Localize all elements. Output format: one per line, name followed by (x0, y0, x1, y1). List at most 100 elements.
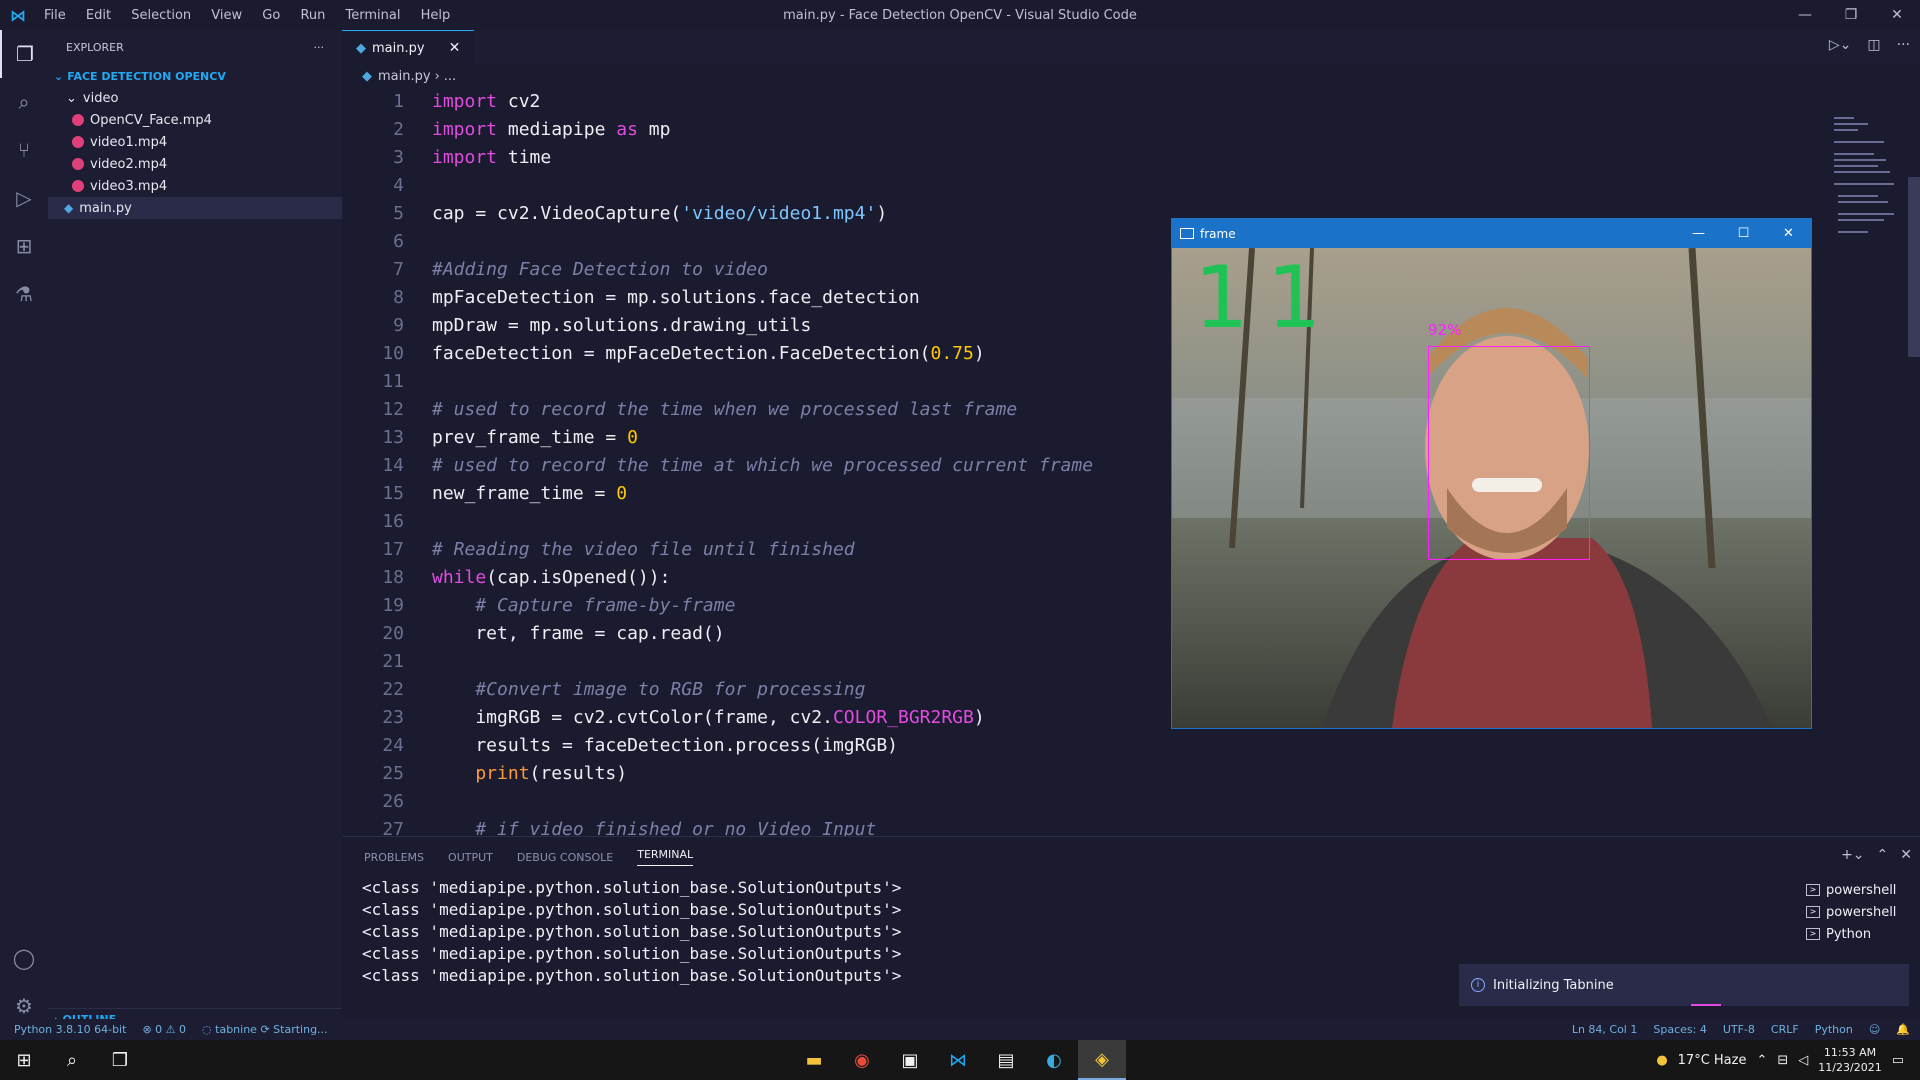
opencv-frame-window[interactable]: frame — ☐ ✕ 11 92% (1171, 218, 1812, 729)
minimize-icon[interactable]: — (1676, 219, 1721, 248)
menu-run[interactable]: Run (300, 8, 325, 23)
terminal-instance[interactable]: > Python (1806, 923, 1906, 945)
minimap[interactable] (1820, 87, 1920, 836)
encoding[interactable]: UTF-8 (1723, 1023, 1755, 1036)
explorer-icon[interactable]: ❐ (0, 30, 48, 78)
restore-icon[interactable]: ❐ (1828, 0, 1874, 30)
python-interpreter[interactable]: Python 3.8.10 64-bit (14, 1023, 126, 1036)
notification-toast[interactable]: i Initializing Tabnine (1459, 964, 1909, 1006)
notification-center-icon[interactable]: ▭ (1892, 1053, 1904, 1068)
workspace-folder[interactable]: ⌄ FACE DETECTION OPENCV (48, 65, 342, 87)
source-control-icon[interactable]: ⑂ (0, 126, 48, 174)
language-mode[interactable]: Python (1815, 1023, 1853, 1036)
code-token: mp (637, 118, 671, 140)
menu-terminal[interactable]: Terminal (346, 8, 401, 23)
edge-icon[interactable]: ◐ (1030, 1040, 1078, 1080)
tabnine-label: tabnine (215, 1023, 257, 1036)
file-explorer-icon[interactable]: ▬ (790, 1040, 838, 1080)
volume-icon[interactable]: ◁ (1798, 1053, 1808, 1068)
close-tab-icon[interactable]: ✕ (449, 40, 461, 56)
terminal-instance[interactable]: > powershell (1806, 879, 1906, 901)
notifications-bell-icon[interactable]: 🔔 (1896, 1023, 1910, 1036)
weather[interactable]: 17°C Haze (1678, 1053, 1747, 1068)
breadcrumb-rest[interactable]: ... (444, 69, 456, 84)
run-debug-icon[interactable]: ▷ (0, 174, 48, 222)
close-icon[interactable]: ✕ (1766, 219, 1811, 248)
store-icon[interactable]: ▣ (886, 1040, 934, 1080)
new-terminal-icon[interactable]: +⌄ (1841, 847, 1864, 863)
menu-bar: File Edit Selection View Go Run Terminal… (36, 8, 458, 23)
search-icon[interactable]: ⌕ (0, 78, 48, 126)
tab-problems[interactable]: PROBLEMS (364, 851, 424, 864)
tab-debug-console[interactable]: DEBUG CONSOLE (517, 851, 613, 864)
testing-icon[interactable]: ⚗ (0, 270, 48, 318)
code-line: 4 (342, 171, 1920, 199)
code-token: import (432, 90, 498, 112)
terminal-icon: > (1806, 884, 1820, 896)
menu-edit[interactable]: Edit (86, 8, 111, 23)
folder-video[interactable]: ⌄ video (48, 87, 342, 109)
vscode-icon[interactable]: ⋈ (934, 1040, 982, 1080)
menu-go[interactable]: Go (262, 8, 280, 23)
terminal-app-icon[interactable]: ▤ (982, 1040, 1030, 1080)
file-item[interactable]: video1.mp4 (48, 131, 342, 153)
code-line: 24 results = faceDetection.process(imgRG… (342, 731, 1920, 759)
info-icon: i (1471, 978, 1485, 992)
search-icon[interactable]: ⌕ (48, 1040, 96, 1080)
editor-tabs: ◆ main.py ✕ (342, 30, 1920, 65)
code-comment: #Convert image to RGB for processing (432, 678, 866, 700)
close-icon[interactable]: ✕ (1874, 0, 1920, 30)
clock[interactable]: 11:53 AM 11/23/2021 (1818, 1045, 1881, 1075)
end-of-line[interactable]: CRLF (1771, 1023, 1799, 1036)
code-line: 1 import cv2 (342, 87, 1920, 115)
menu-view[interactable]: View (211, 8, 242, 23)
minimize-icon[interactable]: — (1782, 0, 1828, 30)
more-actions-icon[interactable]: ··· (314, 41, 325, 54)
python-app-icon[interactable]: ◈ (1078, 1040, 1126, 1080)
tab-main-py[interactable]: ◆ main.py ✕ (342, 30, 475, 65)
run-icon[interactable]: ▷⌄ (1829, 37, 1852, 53)
maximize-panel-icon[interactable]: ⌃ (1877, 847, 1889, 863)
menu-file[interactable]: File (44, 8, 66, 23)
maximize-icon[interactable]: ☐ (1721, 219, 1766, 248)
start-windows-icon[interactable]: ⊞ (0, 1040, 48, 1080)
network-icon[interactable]: ⊟ (1777, 1053, 1788, 1068)
editor-scrollbar[interactable] (1908, 177, 1920, 357)
problems-indicator[interactable]: ⊗ 0 ⚠ 0 (142, 1023, 186, 1036)
chrome-icon[interactable]: ◉ (838, 1040, 886, 1080)
split-editor-icon[interactable]: ◫ (1867, 37, 1880, 53)
file-item[interactable]: video3.mp4 (48, 175, 342, 197)
file-item[interactable]: video2.mp4 (48, 153, 342, 175)
file-item[interactable]: OpenCV_Face.mp4 (48, 109, 342, 131)
menu-help[interactable]: Help (421, 8, 451, 23)
tab-output[interactable]: OUTPUT (448, 851, 493, 864)
code-token: 'video/video1.mp4' (681, 202, 877, 224)
chevron-up-icon[interactable]: ⌃ (1756, 1053, 1767, 1068)
file-item-main-py[interactable]: ◆ main.py (48, 197, 342, 219)
indentation[interactable]: Spaces: 4 (1653, 1023, 1706, 1036)
sync-icon: ⟳ (260, 1023, 270, 1036)
activity-bar: ❐ ⌕ ⑂ ▷ ⊞ ⚗ ◯ ⚙ (0, 30, 48, 1030)
weather-icon: ● (1656, 1052, 1668, 1068)
code-line: 25 print(results) (342, 759, 1920, 787)
code-token: imgRGB = cv2.cvtColor(frame, cv2. (432, 706, 833, 728)
code-line: 27 # if video finished or no Video Input (342, 815, 1920, 837)
explorer-sidebar: EXPLORER ··· ⌄ FACE DETECTION OPENCV ⌄ v… (48, 30, 342, 1030)
breadcrumb-file[interactable]: main.py (378, 69, 431, 84)
code-token: 0.75 (930, 342, 974, 364)
account-icon[interactable]: ◯ (0, 934, 48, 982)
menu-selection[interactable]: Selection (131, 8, 191, 23)
tabnine-status[interactable]: ◌ tabnine ⟳ Starting... (202, 1023, 328, 1036)
feedback-icon[interactable]: ☺ (1869, 1023, 1880, 1036)
extensions-icon[interactable]: ⊞ (0, 222, 48, 270)
panel-actions: +⌄ ⌃ ✕ (1841, 847, 1912, 863)
tab-terminal[interactable]: TERMINAL (637, 848, 694, 866)
terminal-instance[interactable]: > powershell (1806, 901, 1906, 923)
line-number: 26 (382, 790, 404, 812)
more-actions-icon[interactable]: ··· (1897, 37, 1910, 53)
task-view-icon[interactable]: ❒ (96, 1040, 144, 1080)
cursor-position[interactable]: Ln 84, Col 1 (1572, 1023, 1638, 1036)
close-panel-icon[interactable]: ✕ (1900, 847, 1912, 863)
clock-date: 11/23/2021 (1818, 1061, 1882, 1074)
code-token: new_frame_time = (432, 482, 617, 504)
